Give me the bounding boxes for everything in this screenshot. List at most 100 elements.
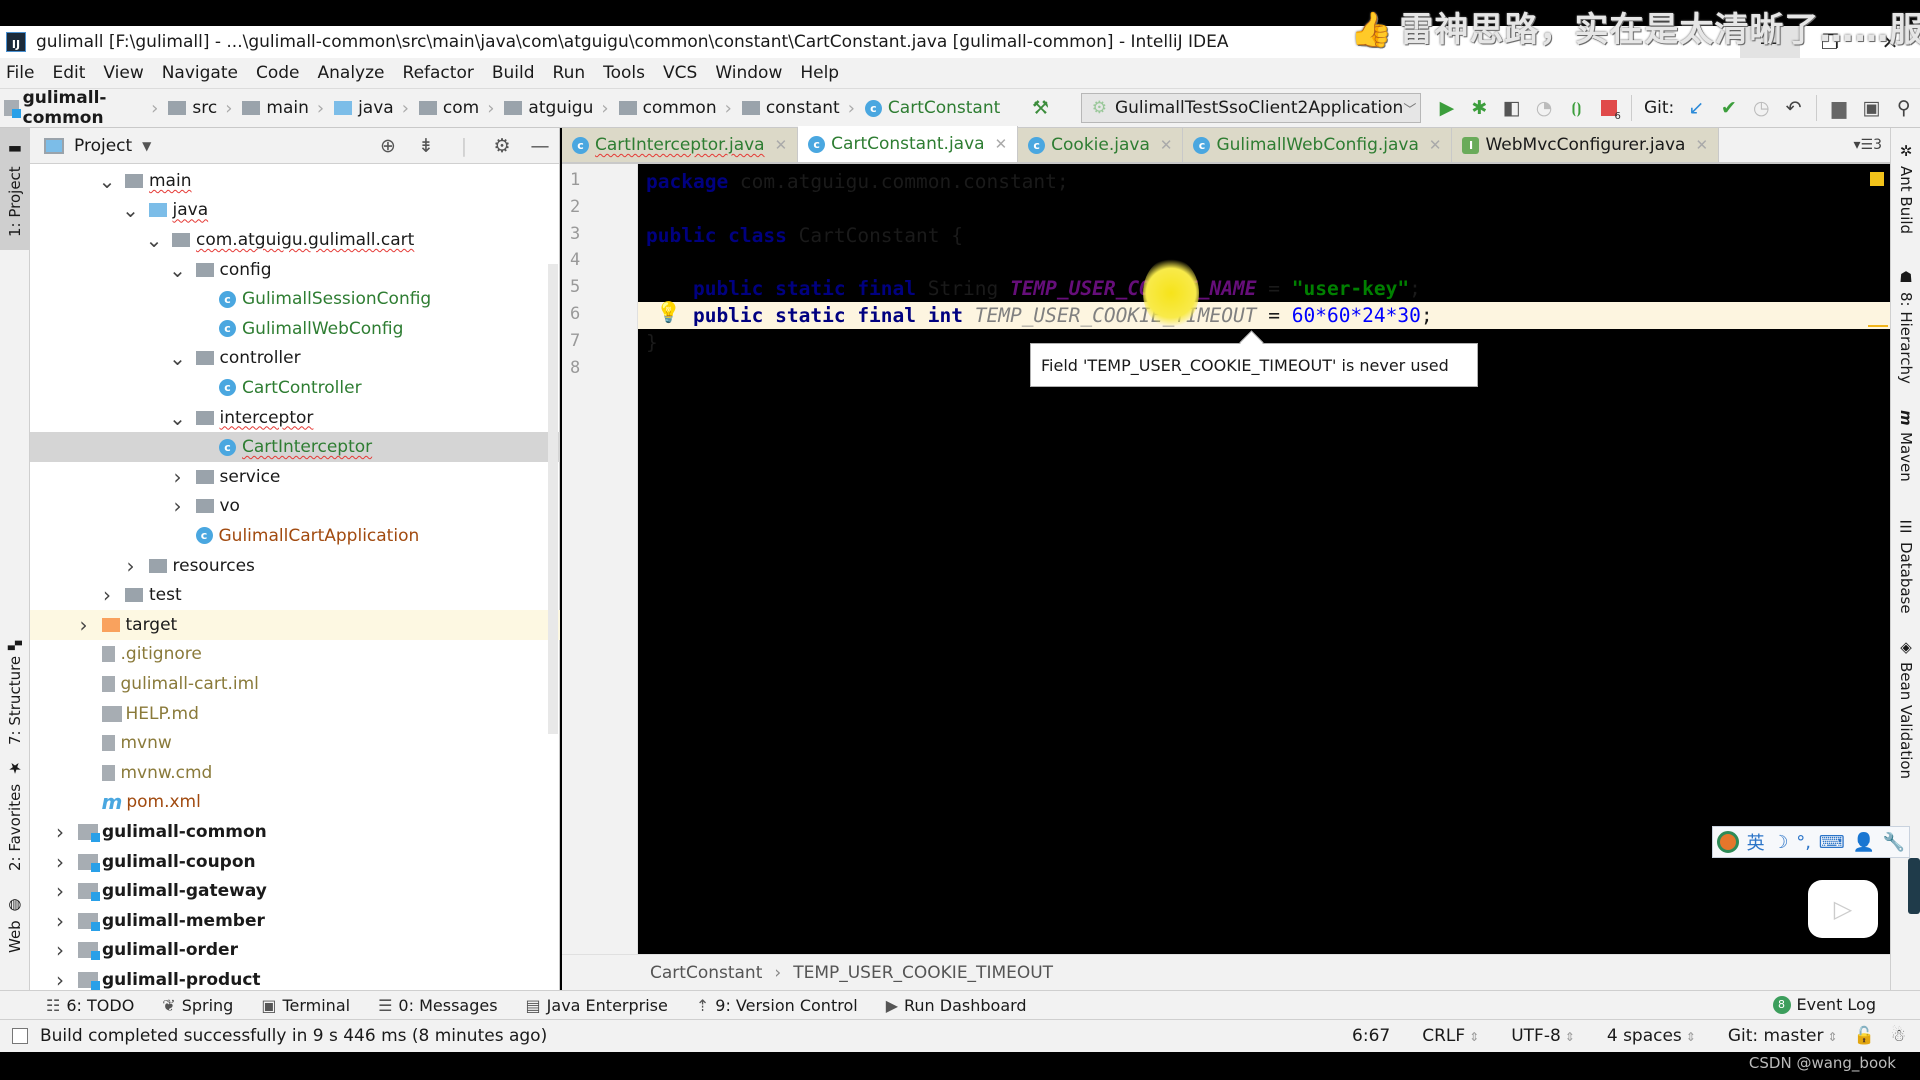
chevron-right-icon[interactable]: › [74,613,94,637]
menu-help[interactable]: Help [800,63,839,83]
chevron-right-icon[interactable]: › [97,583,117,607]
editor-tab[interactable]: I WebMvcConfigurer.java ✕ [1452,128,1720,162]
indent-widget[interactable]: 4 spaces ⇕ [1591,1026,1696,1046]
build-hammer-icon[interactable]: ⚒ [1024,93,1056,123]
tree-node[interactable]: ⌄ java [30,196,560,226]
menu-vcs[interactable]: VCS [663,63,697,83]
tree-node[interactable]: HELP.md [30,699,560,729]
search-icon[interactable]: ⚲ [1888,93,1920,123]
git-commit-icon[interactable]: ✔ [1713,93,1745,123]
tree-node[interactable]: c CartController [30,373,560,403]
tree-node[interactable]: ⌄ interceptor [30,403,560,433]
tool-window-java-enterprise[interactable]: ▤ Java Enterprise [526,996,668,1015]
menu-navigate[interactable]: Navigate [162,63,238,83]
event-log-button[interactable]: 8 Event Log [1772,995,1876,1014]
attach-debugger-icon[interactable]: ⦗⦘ [1560,93,1592,123]
chevron-down-icon[interactable]: ▼ [142,139,151,153]
editor-breadcrumb-field[interactable]: TEMP_USER_COOKIE_TIMEOUT [793,963,1053,983]
chevron-down-icon[interactable]: ⌄ [168,260,188,280]
tool-window-run-dashboard[interactable]: ▶ Run Dashboard [886,996,1027,1015]
breadcrumb-item[interactable]: com › [418,98,501,119]
editor-tab[interactable]: c CartConstant.java ✕ [798,126,1019,162]
tool-tab-maven[interactable]: m Maven [1891,410,1920,510]
keyboard-icon[interactable]: ⌨ [1819,832,1845,853]
tree-node[interactable]: › gulimall-common [30,817,560,847]
code-line[interactable]: } [646,329,658,356]
user-icon[interactable]: 👤 [1852,832,1874,853]
editor-tab[interactable]: c GulimallWebConfig.java ✕ [1183,128,1453,162]
tree-node[interactable]: mvnw [30,728,560,758]
chevron-right-icon[interactable]: › [50,879,70,903]
tree-node[interactable]: c GulimallSessionConfig [30,284,560,314]
code-line[interactable]: package com.atguigu.common.constant; [646,168,1069,195]
tool-window-0-messages[interactable]: ☰ 0: Messages [378,996,497,1015]
debug-icon[interactable]: ✱ [1463,93,1495,123]
line-separator-widget[interactable]: CRLF ⇕ [1406,1026,1479,1046]
breadcrumb-item[interactable]: src › [168,98,238,119]
project-structure-icon[interactable]: ▆ [1823,93,1855,123]
tool-tab-bean-validation[interactable]: ◈ Bean Validation [1891,638,1920,788]
tool-tab-database[interactable]: ☰ Database [1891,518,1920,628]
collapse-all-icon[interactable]: ⇟ [407,135,445,157]
tool-window-spring[interactable]: ❦ Spring [162,996,233,1015]
close-tab-icon[interactable]: ✕ [1695,136,1708,154]
git-rollback-icon[interactable]: ↶ [1777,93,1809,123]
close-tab-icon[interactable]: ✕ [775,136,788,154]
menu-analyze[interactable]: Analyze [318,63,385,83]
stop-icon[interactable]: 6 [1593,93,1625,123]
breadcrumb-item[interactable]: java › [334,98,415,119]
punctuation-icon[interactable]: °, [1796,832,1811,853]
tree-node[interactable]: › vo [30,492,560,522]
tree-node[interactable]: c GulimallCartApplication [30,521,560,551]
tool-tab-structure[interactable]: 7: Structure ▚ [0,628,30,758]
run-configuration-select[interactable]: ⚙ GulimallTestSsoClient2Application ﹀ [1080,93,1421,123]
editor-breadcrumb-class[interactable]: CartConstant [650,963,762,983]
menu-refactor[interactable]: Refactor [403,63,474,83]
code-line[interactable]: public static final String TEMP_USER_COO… [646,275,1421,302]
close-tab-icon[interactable]: ✕ [995,135,1008,153]
project-view-selector[interactable]: Project [74,136,132,156]
menu-file[interactable]: File [6,63,34,83]
tab-overflow-menu[interactable]: ▾☰3 [1854,137,1883,153]
tree-node[interactable]: › service [30,462,560,492]
tree-node[interactable]: c GulimallWebConfig [30,314,560,344]
lightbulb-icon[interactable]: 💡 [656,300,681,324]
tool-tab-project[interactable]: 1: Project ▬ [0,128,30,250]
moon-icon[interactable]: ☽ [1772,832,1788,853]
chevron-right-icon[interactable]: › [50,938,70,962]
tree-node[interactable]: gulimall-cart.iml [30,669,560,699]
menu-tools[interactable]: Tools [603,63,645,83]
tree-node[interactable]: › gulimall-order [30,936,560,966]
tree-node[interactable]: › test [30,580,560,610]
toggle-tool-windows-icon[interactable] [12,1028,28,1044]
tree-node[interactable]: ⌄ main [30,166,560,196]
breadcrumb-item[interactable]: common › [618,98,738,119]
chevron-right-icon[interactable]: › [50,820,70,844]
chevron-down-icon[interactable]: ⌄ [97,171,117,191]
tree-node[interactable]: .gitignore [30,640,560,670]
breadcrumb-item[interactable]: constant › [741,98,861,119]
chevron-right-icon[interactable]: › [168,494,188,518]
inspection-status-icon[interactable] [1870,172,1884,186]
editor-tab[interactable]: c Cookie.java ✕ [1018,128,1184,162]
status-message[interactable]: Build completed successfully in 9 s 446 … [40,1026,547,1046]
project-scrollbar[interactable] [548,264,558,734]
tree-node[interactable]: c CartInterceptor [30,432,560,462]
tree-node[interactable]: › target [30,610,560,640]
wrench-icon[interactable]: 🔧 [1883,832,1905,853]
profile-icon[interactable]: ◔ [1528,93,1560,123]
chevron-down-icon[interactable]: ⌄ [168,408,188,428]
code-line[interactable]: public static final int TEMP_USER_COOKIE… [646,302,1433,329]
code-line[interactable]: public class CartConstant { [646,222,963,249]
gear-icon[interactable]: ⚙ [483,135,521,157]
editor-tab[interactable]: c CartInterceptor.java ✕ [562,128,799,162]
locate-icon[interactable]: ⊕ [369,135,407,157]
breadcrumb-item[interactable]: c CartConstant [864,98,1000,118]
chevron-right-icon[interactable]: › [50,909,70,933]
chevron-right-icon[interactable]: › [168,465,188,489]
run-icon[interactable]: ▶ [1431,93,1463,123]
tree-node[interactable]: ⌄ controller [30,344,560,374]
menu-build[interactable]: Build [492,63,535,83]
tool-tab-favorites[interactable]: 2: Favorites ★ [0,759,30,870]
menu-view[interactable]: View [103,63,143,83]
